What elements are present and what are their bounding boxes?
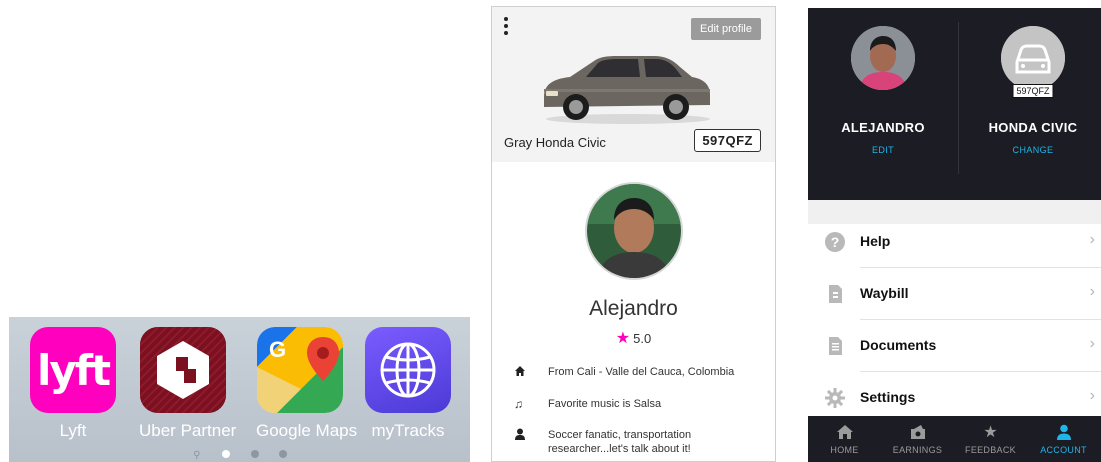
driver-avatar (585, 182, 683, 280)
menu-item-help[interactable]: ? Help › (808, 216, 1101, 268)
home-icon (514, 365, 528, 380)
driver-name: Alejandro (589, 297, 678, 320)
lyft-app-label: Lyft (59, 421, 87, 440)
chevron-right-icon: › (1089, 283, 1095, 300)
account-vehicle-name: HONDA CIVIC (988, 120, 1078, 135)
menu-label-waybill: Waybill (860, 285, 909, 301)
driver-rating: ★ 5.0 (492, 328, 775, 348)
bio-row: Soccer fanatic, transportation researche… (514, 428, 764, 456)
tab-label-feedback: FEEDBACK (965, 445, 1016, 455)
mytracks-app-label: myTracks (371, 421, 445, 440)
page-dot-active (222, 450, 231, 458)
change-vehicle-link[interactable]: CHANGE (958, 145, 1101, 155)
documents-icon (824, 335, 846, 357)
vehicle-avatar[interactable] (1001, 26, 1065, 90)
more-options-icon[interactable] (504, 17, 510, 38)
uber-partner-app[interactable]: Uber Partner (139, 327, 237, 441)
tab-label-earnings: EARNINGS (892, 445, 943, 455)
waybill-icon (824, 283, 846, 305)
star-icon: ★ (615, 330, 631, 347)
person-icon (1054, 424, 1074, 442)
person-icon (514, 428, 528, 444)
vehicle-summary: 597QFZ HONDA CIVIC CHANGE (958, 26, 1101, 155)
edit-profile-button[interactable]: Edit profile (691, 18, 761, 40)
google-maps-app-label: Google Maps (256, 421, 358, 440)
uber-account-screen: ALEJANDRO EDIT 597QFZ HONDA CIVIC CHANGE… (808, 8, 1101, 462)
account-driver-name: ALEJANDRO (841, 120, 925, 135)
lyft-logo-text: lyft (36, 345, 111, 395)
music-row: ♫ Favorite music is Salsa (514, 397, 764, 411)
music-note-icon: ♫ (514, 397, 523, 411)
menu-label-documents: Documents (860, 337, 937, 353)
chevron-right-icon: › (1089, 231, 1095, 248)
earnings-icon (908, 424, 928, 442)
tab-account[interactable]: ACCOUNT (1027, 416, 1100, 462)
page-dot (250, 450, 259, 458)
tab-earnings[interactable]: EARNINGS (881, 416, 954, 462)
lyft-app[interactable]: lyft Lyft (29, 327, 117, 441)
page-dot (279, 450, 288, 458)
mytracks-app[interactable]: myTracks (364, 327, 452, 441)
lyft-driver-profile: Edit profile Gray Honda Civic 597QFZ Ale… (491, 6, 776, 462)
tab-label-home: HOME (830, 445, 859, 455)
driver-summary: ALEJANDRO EDIT (808, 26, 958, 155)
home-icon (835, 424, 855, 442)
uber-partner-app-label: Uber Partner (139, 421, 237, 440)
tab-home[interactable]: HOME (808, 416, 881, 462)
svg-text:?: ? (831, 234, 840, 250)
vehicle-plate-badge: 597QFZ (1012, 84, 1054, 98)
svg-text:G: G (269, 337, 286, 362)
uber-partner-app-icon (140, 327, 226, 413)
menu-item-documents[interactable]: Documents › (808, 320, 1101, 372)
vehicle-name: Gray Honda Civic (504, 135, 606, 150)
help-icon: ? (824, 231, 846, 253)
rating-value: 5.0 (633, 331, 652, 346)
chevron-right-icon: › (1089, 387, 1095, 404)
bio-text: Soccer fanatic, transportation researche… (548, 429, 692, 455)
google-maps-app-icon: G (257, 327, 343, 413)
bottom-tab-bar: HOME EARNINGS ★ FEEDBACK ACCOUNT (808, 416, 1101, 462)
music-text: Favorite music is Salsa (548, 398, 662, 410)
home-screen-dock: lyft Lyft Uber Partner G Google Maps myT… (9, 317, 470, 462)
edit-driver-link[interactable]: EDIT (808, 145, 958, 155)
search-page-icon: ⚲ (193, 450, 201, 461)
account-driver-avatar[interactable] (851, 26, 915, 90)
page-indicator[interactable]: ⚲ (9, 445, 470, 462)
car-image (544, 56, 710, 124)
chevron-right-icon: › (1089, 335, 1095, 352)
menu-label-settings: Settings (860, 389, 916, 405)
menu-item-waybill[interactable]: Waybill › (808, 268, 1101, 320)
account-header: ALEJANDRO EDIT 597QFZ HONDA CIVIC CHANGE (808, 8, 1101, 200)
tab-feedback[interactable]: ★ FEEDBACK (954, 416, 1027, 462)
hometown-row: From Cali - Valle del Cauca, Colombia (514, 365, 764, 379)
vehicle-card: Edit profile Gray Honda Civic 597QFZ (492, 7, 775, 162)
license-plate: 597QFZ (694, 129, 761, 152)
settings-icon (824, 387, 846, 409)
google-maps-app[interactable]: G Google Maps (256, 327, 358, 441)
lyft-app-icon: lyft (30, 327, 116, 413)
menu-label-help: Help (860, 233, 891, 249)
mytracks-app-icon (365, 327, 451, 413)
hometown-text: From Cali - Valle del Cauca, Colombia (548, 366, 735, 378)
star-icon: ★ (983, 424, 998, 441)
tab-label-account: ACCOUNT (1040, 445, 1087, 455)
